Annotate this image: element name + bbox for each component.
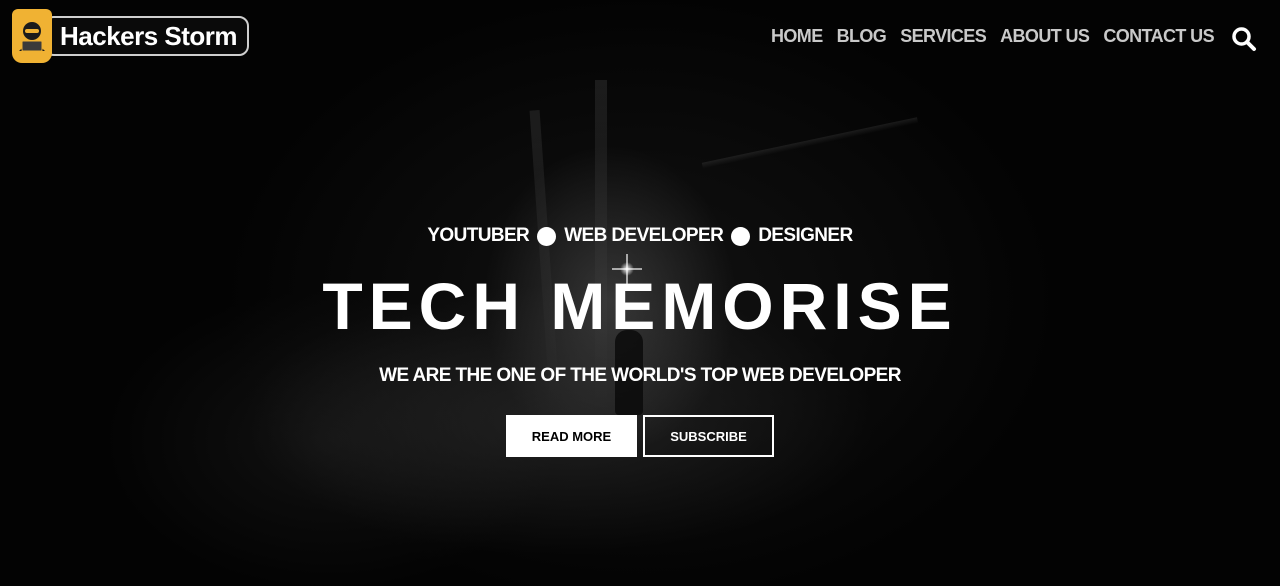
brand-name: Hackers Storm	[60, 20, 238, 51]
tagline-item: WEB DEVELOPER	[564, 225, 724, 246]
tagline-item: YOUTUBER	[427, 225, 530, 246]
nav-item-home[interactable]: HOME	[771, 26, 823, 47]
search-icon[interactable]	[1230, 25, 1258, 53]
hero-subtitle: WE ARE THE ONE OF THE WORLD'S TOP WEB DE…	[379, 365, 901, 386]
background-beam	[701, 117, 919, 169]
hero-section: Hackers Storm HOME BLOG SERVICES ABOUT U…	[0, 0, 1280, 586]
read-more-button[interactable]: READ MORE	[506, 415, 637, 457]
site-logo[interactable]: Hackers Storm	[12, 9, 250, 63]
hero-title: TECH MEMORISE	[322, 269, 958, 343]
nav-item-about-us[interactable]: ABOUT US	[1000, 26, 1090, 47]
bullet-dot-icon	[537, 226, 557, 246]
hero-actions: READ MORE SUBSCRIBE	[0, 415, 1280, 457]
hero-tagline: YOUTUBER WEB DEVELOPER DESIGNER	[0, 225, 1280, 247]
nav-item-services[interactable]: SERVICES	[900, 26, 987, 47]
main-nav: HOME BLOG SERVICES ABOUT US CONTACT US	[771, 26, 1215, 47]
subscribe-button[interactable]: SUBSCRIBE	[643, 415, 774, 457]
bullet-dot-icon	[731, 226, 751, 246]
logo-wordmark: Hackers Storm	[44, 16, 250, 56]
tagline-item: DESIGNER	[758, 225, 853, 246]
nav-item-contact-us[interactable]: CONTACT US	[1103, 26, 1214, 47]
hacker-laptop-icon	[12, 9, 52, 63]
nav-item-blog[interactable]: BLOG	[837, 26, 887, 47]
